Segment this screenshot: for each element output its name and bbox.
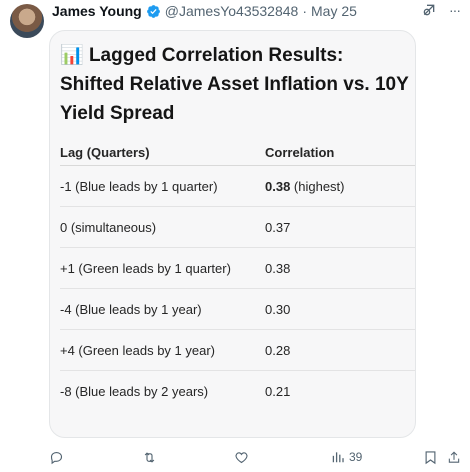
table-row: -1 (Blue leads by 1 quarter) 0.38 (highe…: [60, 166, 415, 207]
table-row: -4 (Blue leads by 1 year) 0.30: [60, 289, 415, 330]
column-header-correlation: Correlation: [265, 144, 335, 160]
views-button[interactable]: 39: [331, 450, 362, 464]
tweet-date[interactable]: May 25: [311, 3, 357, 19]
correlation-cell: 0.21: [265, 383, 291, 399]
author-handle[interactable]: @JamesYo43532848: [165, 3, 299, 19]
author-name[interactable]: James Young: [52, 3, 142, 19]
like-button[interactable]: [234, 450, 249, 465]
lag-cell: +4 (Green leads by 1 year): [60, 342, 215, 358]
table-header: Lag (Quarters) Correlation: [60, 139, 415, 166]
correlation-cell: 0.38: [265, 260, 291, 276]
lag-cell: -8 (Blue leads by 2 years): [60, 383, 209, 399]
tweet-header: James Young @JamesYo43532848 · May 25 ··…: [52, 2, 461, 20]
reply-button[interactable]: [49, 450, 64, 465]
column-header-lag: Lag (Quarters): [60, 144, 150, 160]
verified-badge-icon: [146, 4, 161, 19]
table-row: 0 (simultaneous) 0.37: [60, 207, 415, 248]
separator: ·: [302, 3, 307, 19]
bookmark-button[interactable]: [424, 450, 437, 465]
correlation-cell: 0.30: [265, 301, 291, 317]
views-count: 39: [349, 450, 363, 464]
attached-image-card[interactable]: 📊 Lagged Correlation Results: Shifted Re…: [49, 30, 416, 438]
correlation-cell: 0.37: [265, 219, 291, 235]
lag-cell: -4 (Blue leads by 1 year): [60, 301, 202, 317]
retweet-button[interactable]: [141, 450, 158, 465]
chart-emoji: 📊: [60, 45, 84, 66]
tweet-actions: 39: [49, 448, 464, 466]
header-actions: ···: [421, 2, 461, 18]
correlation-note: (highest): [290, 178, 345, 194]
bookmark-icon: [425, 450, 436, 464]
correlation-value: 0.38: [265, 178, 291, 194]
lag-cell: +1 (Green leads by 1 quarter): [60, 260, 231, 276]
share-icon: [448, 451, 460, 463]
correlation-table: Lag (Quarters) Correlation -1 (Blue lead…: [60, 139, 415, 411]
more-icon[interactable]: ···: [449, 2, 461, 18]
table-row: +1 (Green leads by 1 quarter) 0.38: [60, 248, 415, 289]
like-icon: [235, 451, 248, 463]
card-title: 📊 Lagged Correlation Results: Shifted Re…: [60, 41, 410, 128]
lag-cell: 0 (simultaneous): [60, 219, 157, 235]
retweet-icon: [144, 451, 155, 463]
reply-icon: [50, 451, 63, 464]
views-icon: [332, 452, 344, 463]
grok-icon[interactable]: [421, 2, 437, 18]
card-title-text: Lagged Correlation Results: Shifted Rela…: [60, 45, 409, 124]
avatar[interactable]: [10, 4, 44, 38]
share-button[interactable]: [447, 450, 461, 465]
lag-cell: -1 (Blue leads by 1 quarter): [60, 178, 218, 194]
correlation-cell: 0.38 (highest): [265, 179, 415, 194]
correlation-cell: 0.28: [265, 342, 291, 358]
table-row: -8 (Blue leads by 2 years) 0.21: [60, 371, 415, 411]
table-row: +4 (Green leads by 1 year) 0.28: [60, 330, 415, 371]
